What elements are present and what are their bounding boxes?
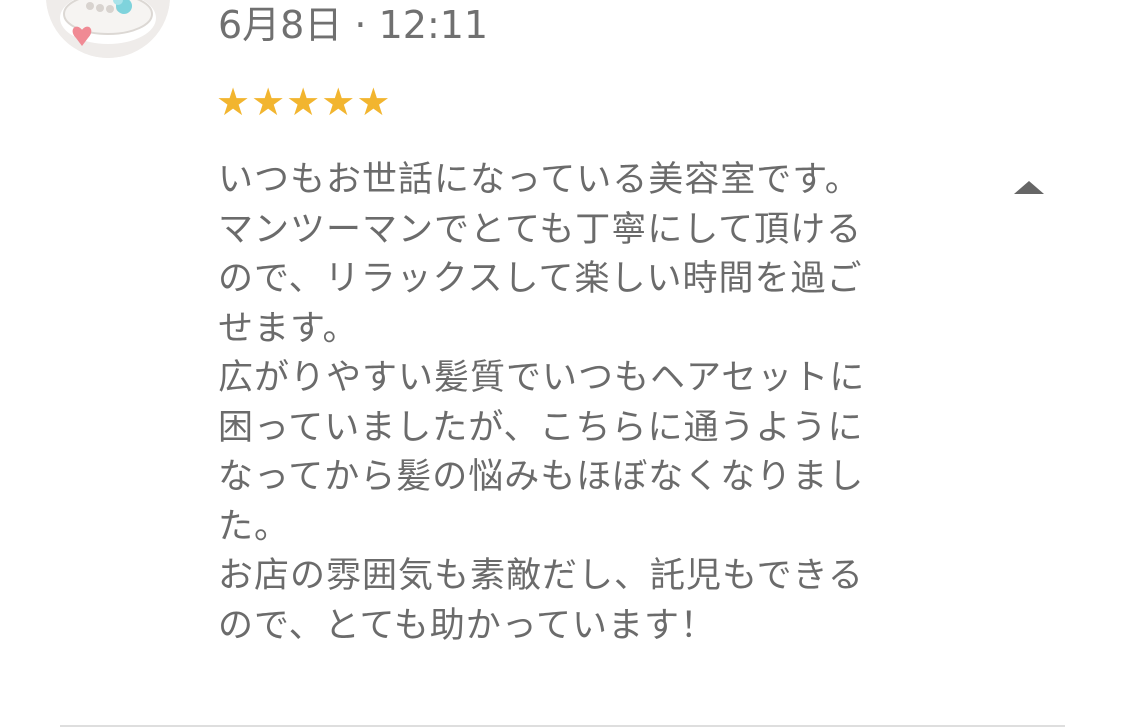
avatar[interactable] [46, 0, 170, 58]
review-text-line: お店の雰囲気も素敵だし、託児もできる [218, 556, 864, 596]
triangle-up-icon [1014, 181, 1044, 194]
review-text-line: マンツーマンでとても丁寧にして頂ける [218, 209, 863, 250]
review-text-line: 困っていましたが、こちらに通うように [218, 407, 864, 448]
star-icon: ★ [356, 80, 391, 124]
review-text-line: ので、とても助かっています！ [218, 605, 717, 646]
star-icon: ★ [321, 80, 356, 124]
review-text-line: た。 [218, 506, 291, 547]
review-date: 6月8日 · 12:11 [218, 3, 489, 47]
review-text-line: せます。 [218, 308, 359, 349]
review-card: 6月8日 · 12:11 ★ ★ ★ ★ ★ いつもお世話になっている美容室です… [0, 0, 1125, 728]
star-icon: ★ [216, 80, 251, 124]
star-icon: ★ [251, 80, 286, 124]
review-text-line: ので、リラックスして楽しい時間を過ご [218, 259, 863, 299]
review-text-line: いつもお世話になっている美容室です。 [218, 160, 861, 200]
review-text-line: 広がりやすい髪質でいつもヘアセットに [218, 358, 866, 398]
star-rating: ★ ★ ★ ★ ★ [216, 82, 390, 122]
review-text-line: なってから髪の悩みもほぼなくなりまし [218, 457, 865, 497]
star-icon: ★ [286, 80, 321, 124]
review-text: いつもお世話になっている美容室です。 マンツーマンでとても丁寧にして頂ける ので… [218, 156, 938, 651]
divider [60, 725, 1065, 727]
collapse-button[interactable] [1008, 172, 1050, 202]
avatar-image [46, 0, 170, 58]
